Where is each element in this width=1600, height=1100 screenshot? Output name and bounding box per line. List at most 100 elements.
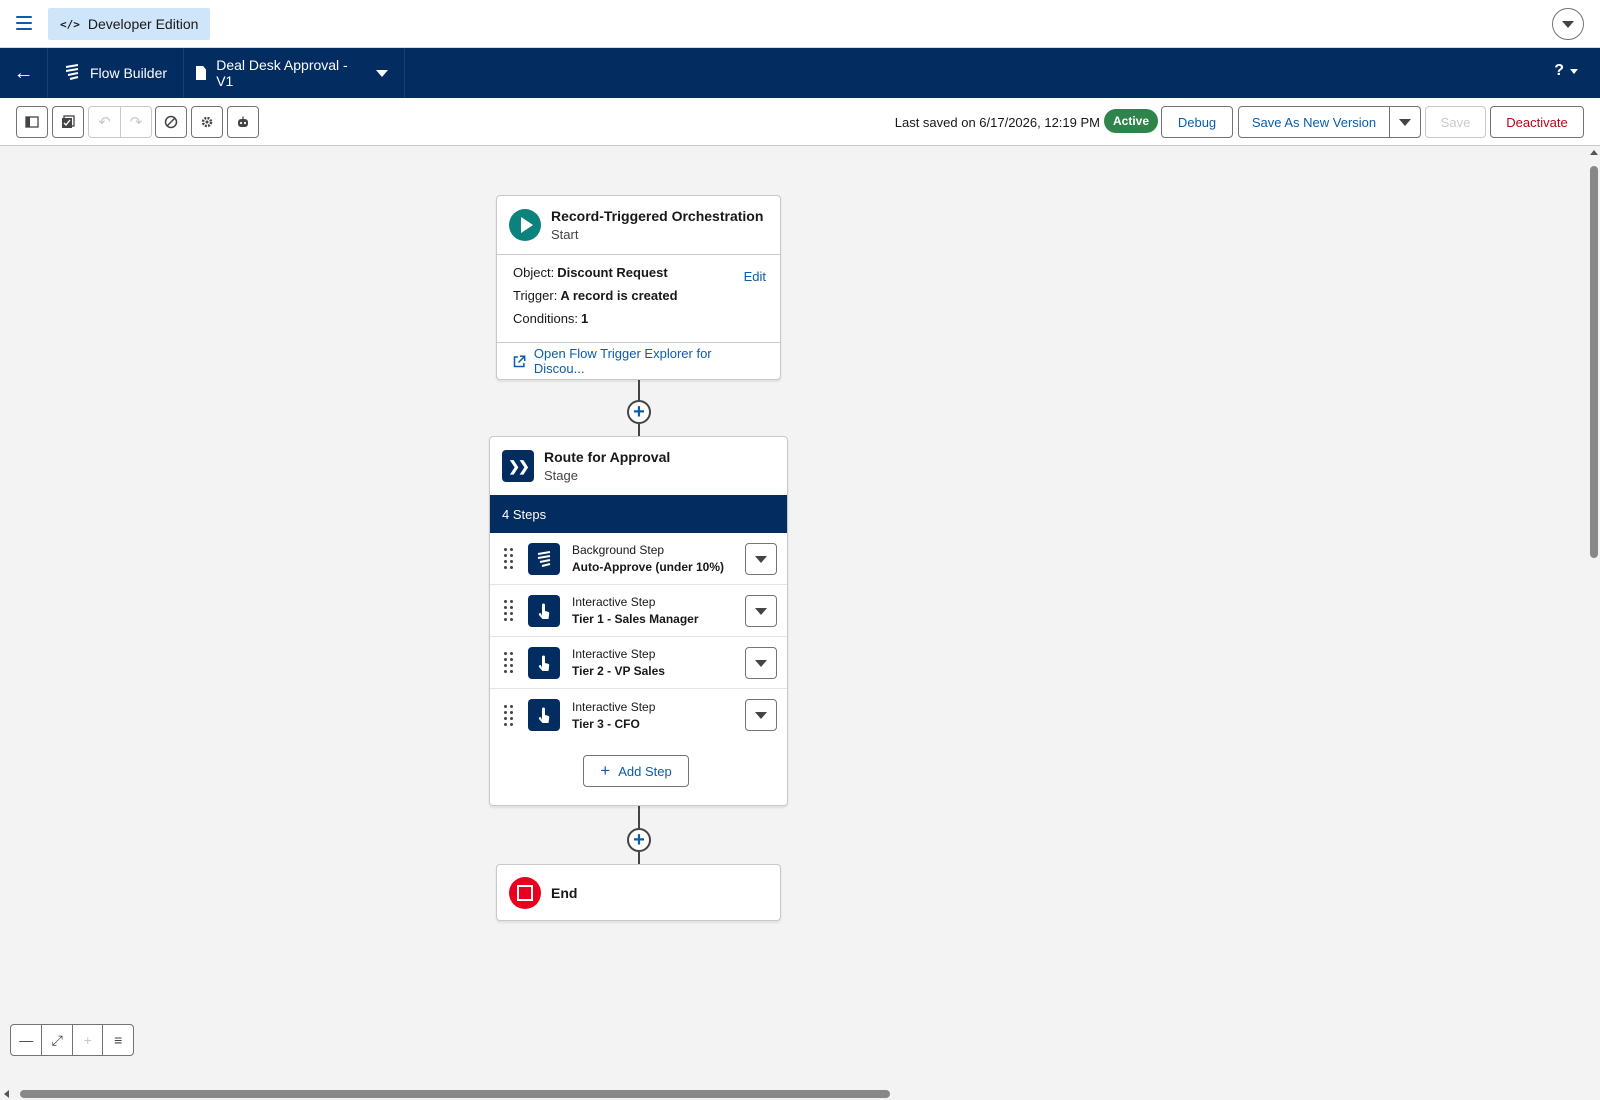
save-button[interactable]: Save (1425, 106, 1486, 138)
step-row[interactable]: Background Step Auto-Approve (under 10%) (490, 533, 787, 585)
step-name: Tier 2 - VP Sales (572, 664, 665, 678)
agent-button[interactable] (227, 106, 259, 138)
save-options-dropdown[interactable] (1389, 106, 1421, 138)
chevron-down-icon (376, 69, 388, 77)
object-row: Object: Discount Request (513, 265, 764, 280)
trigger-explorer-link[interactable]: Open Flow Trigger Explorer for Discou... (497, 343, 780, 379)
app-name-section: Flow Builder (48, 48, 185, 98)
start-node-details: Object: Discount Request Trigger: A record… (497, 255, 780, 343)
start-node-header: Record-Triggered Orchestration Start (497, 196, 780, 255)
redo-button[interactable]: ↷ (119, 107, 151, 137)
connector-line (638, 424, 640, 436)
builder-nav-bar: ← Flow Builder Deal Desk Approval - V1 ? (0, 48, 1600, 98)
zoom-in-button[interactable]: + (71, 1025, 103, 1055)
step-row[interactable]: Interactive Step Tier 1 - Sales Manager (490, 585, 787, 637)
help-menu[interactable]: ? (1554, 62, 1578, 80)
step-actions-menu[interactable] (745, 647, 777, 679)
errors-button[interactable] (155, 106, 187, 138)
drag-handle-icon[interactable] (504, 652, 514, 673)
chevron-down-icon (1399, 118, 1411, 126)
undo-button[interactable]: ↶ (89, 107, 120, 137)
zoom-out-button[interactable]: — (11, 1025, 41, 1055)
conditions-row: Conditions: 1 (513, 311, 764, 326)
stop-icon (509, 876, 541, 909)
edit-trigger-link[interactable]: Edit (744, 269, 766, 284)
trigger-label: Trigger: (513, 288, 558, 303)
steps-count-bar: 4 Steps (490, 495, 787, 533)
zoom-controls: — ⤢ + ≡ (10, 1024, 134, 1056)
ban-icon (164, 115, 178, 129)
settings-button[interactable] (191, 106, 223, 138)
chevron-down-icon (1570, 68, 1578, 74)
external-link-icon (513, 355, 526, 367)
drag-handle-icon[interactable] (504, 704, 514, 726)
step-type: Interactive Step (572, 699, 656, 714)
trigger-row: Trigger: A record is created (513, 288, 764, 303)
touch-icon (528, 699, 560, 731)
save-as-new-version-button[interactable]: Save As New Version (1238, 106, 1390, 138)
add-element-button[interactable]: + (627, 400, 651, 424)
start-node-title: Record-Triggered Orchestration (551, 208, 764, 224)
connector-line (638, 806, 640, 830)
stage-icon: ❯❯ (502, 450, 534, 482)
flow-details-button[interactable] (52, 106, 84, 138)
step-row[interactable]: Interactive Step Tier 2 - VP Sales (490, 637, 787, 689)
object-value: Discount Request (557, 265, 668, 280)
debug-button[interactable]: Debug (1161, 106, 1233, 138)
last-saved-text: Last saved on 6/17/2026, 12:19 PM (894, 115, 1100, 130)
document-icon (196, 66, 207, 80)
flow-builder-icon (64, 63, 80, 83)
trigger-explorer-label: Open Flow Trigger Explorer for Discou... (533, 346, 712, 376)
gear-icon (201, 116, 213, 128)
minus-icon: — (19, 1032, 34, 1048)
help-icon: ? (1554, 62, 1564, 79)
stage-node-title: Route for Approval (544, 449, 671, 465)
add-step-button[interactable]: + Add Step (583, 755, 689, 787)
toggle-toolbox-button[interactable] (16, 106, 48, 138)
step-actions-menu[interactable] (745, 595, 777, 627)
shrink-icon: ⤢ (51, 1031, 63, 1048)
step-name: Auto-Approve (under 10%) (572, 560, 725, 574)
app-launcher-menu-icon[interactable] (16, 16, 32, 30)
step-row[interactable]: Interactive Step Tier 3 - CFO (490, 689, 787, 741)
align-icon: ≡ (114, 1032, 123, 1048)
app-name: Flow Builder (90, 65, 168, 81)
touch-icon (528, 594, 560, 627)
global-header: </> Developer Edition (0, 0, 1600, 48)
robot-icon (238, 116, 248, 127)
back-button[interactable]: ← (0, 48, 48, 98)
drag-handle-icon[interactable] (504, 548, 514, 569)
start-node-subtitle: Start (551, 227, 579, 242)
connector-line (638, 852, 640, 864)
add-element-button[interactable]: + (627, 828, 651, 852)
stage-node-header: ❯❯ Route for Approval Stage (490, 437, 787, 495)
user-menu-button[interactable] (1552, 8, 1584, 40)
vertical-scrollbar[interactable] (1588, 146, 1600, 1090)
stage-node-card[interactable]: ❯❯ Route for Approval Stage 4 Steps Back… (489, 436, 788, 806)
edition-label: Developer Edition (87, 16, 199, 32)
step-name: Tier 1 - Sales Manager (572, 612, 699, 626)
redo-icon: ↷ (129, 114, 143, 131)
end-node-title: End (551, 884, 578, 901)
auto-layout-button[interactable]: ≡ (102, 1025, 133, 1055)
flow-canvas[interactable]: Record-Triggered Orchestration Start Obj… (0, 146, 1588, 1090)
deactivate-button[interactable]: Deactivate (1490, 106, 1584, 138)
flow-name-dropdown[interactable]: Deal Desk Approval - V1 (180, 48, 405, 98)
chevron-down-icon (1562, 20, 1574, 28)
plus-icon: + (600, 761, 611, 780)
fit-view-button[interactable]: ⤢ (41, 1025, 72, 1055)
step-name: Tier 3 - CFO (572, 716, 640, 731)
developer-edition-badge[interactable]: </> Developer Edition (48, 8, 211, 40)
step-actions-menu[interactable] (745, 699, 777, 731)
stage-node-subtitle: Stage (544, 468, 578, 483)
drag-handle-icon[interactable] (504, 600, 514, 621)
start-node-card[interactable]: Record-Triggered Orchestration Start Obj… (496, 195, 781, 380)
chevron-down-icon (755, 659, 767, 667)
status-badge: Active (1104, 109, 1159, 133)
chevron-down-icon (755, 607, 767, 615)
chevron-down-icon (755, 555, 767, 563)
step-actions-menu[interactable] (745, 543, 777, 575)
horizontal-scrollbar[interactable] (0, 1088, 1588, 1100)
end-node-card[interactable]: End (496, 864, 781, 921)
plus-icon: + (83, 1032, 92, 1048)
